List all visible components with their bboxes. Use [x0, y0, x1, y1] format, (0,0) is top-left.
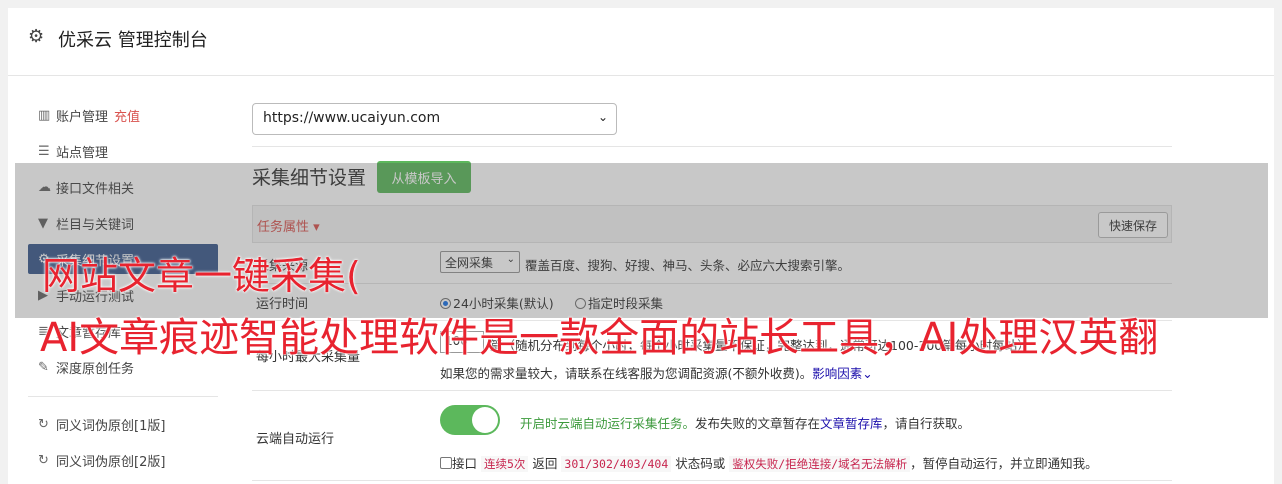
- sidebar-item-label: 站点管理: [56, 145, 109, 161]
- sidebar-item-synonym-v1[interactable]: ↻ 同义词伪原创[1版]: [28, 409, 218, 439]
- pause-rule: 接口 连续5次 返回 301/302/403/404 状态码或 鉴权失败/拒绝连…: [440, 453, 1098, 472]
- sidebar-item-synonym-v2[interactable]: ↻ 同义词伪原创[2版]: [28, 445, 218, 475]
- recharge-link[interactable]: 充值: [114, 106, 140, 125]
- bar-chart-icon: ▥: [38, 107, 51, 123]
- sidebar-item-label: 账户管理: [56, 109, 109, 125]
- server-icon: ☰: [38, 143, 50, 159]
- row-divider: [252, 390, 1172, 391]
- sidebar-item-account[interactable]: ▥ 账户管理 充值: [28, 100, 218, 130]
- cloud-run-desc: 开启时云端自动运行采集任务。发布失败的文章暂存在文章暂存库，请自行获取。: [520, 416, 971, 431]
- sidebar-item-sites[interactable]: ☰ 站点管理: [28, 136, 218, 166]
- cloud-run-label: 云端自动运行: [256, 432, 335, 447]
- chevron-down-icon: ⌄: [862, 366, 873, 381]
- page-title: 优采云 管理控制台: [58, 30, 208, 51]
- refresh-icon: ↻: [38, 416, 49, 432]
- sidebar-item-label: 同义词伪原创[1版]: [56, 418, 166, 434]
- top-header: ⚙ 优采云 管理控制台: [8, 8, 1274, 76]
- divider: [252, 146, 1172, 147]
- pause-checkbox[interactable]: [440, 457, 452, 469]
- chevron-down-icon: ⌄: [597, 110, 608, 124]
- site-select-value: https://www.ucaiyun.com: [263, 110, 441, 126]
- sidebar-divider: [28, 396, 218, 397]
- overlay-subtitle: AI文章痕迹智能处理软件是一款全面的站长工具，AI处理汉英翻: [40, 315, 1159, 361]
- sidebar-item-label: 同义词伪原创[2版]: [56, 454, 166, 470]
- overlay-title: 网站文章一键采集(: [42, 254, 361, 298]
- factors-link[interactable]: 影响因素: [812, 366, 862, 381]
- toggle-knob: [472, 407, 498, 433]
- max-per-hour-note: 如果您的需求量较大，请联系在线客服为您调配资源(不额外收费)。影响因素⌄: [440, 366, 873, 381]
- site-select[interactable]: https://www.ucaiyun.com ⌄: [252, 103, 617, 135]
- refresh-icon: ↻: [38, 452, 49, 468]
- cloud-run-toggle[interactable]: [440, 405, 500, 435]
- row-divider: [252, 480, 1172, 481]
- article-store-link[interactable]: 文章暂存库: [820, 416, 883, 431]
- gear-icon: ⚙: [28, 26, 45, 47]
